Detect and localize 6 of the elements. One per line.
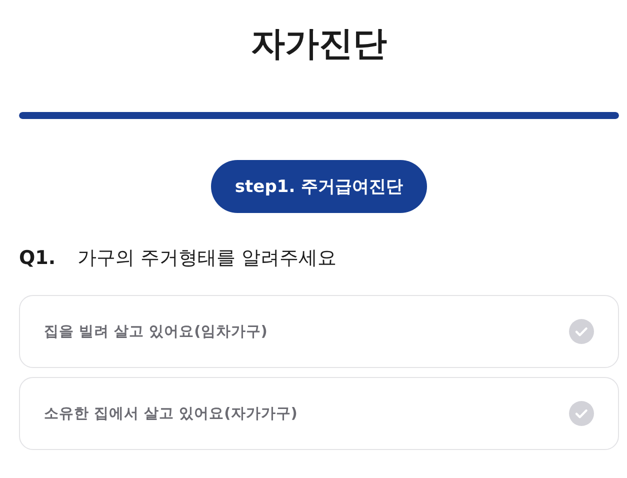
step-badge: step1. 주거급여진단	[210, 160, 428, 213]
answer-option[interactable]: 소유한 집에서 살고 있어요(자가가구)	[19, 377, 619, 450]
answer-option[interactable]: 집을 빌려 살고 있어요(임차가구)	[19, 295, 619, 368]
question-text: 가구의 주거형태를 알려주세요	[78, 246, 337, 271]
question-number: Q1.	[19, 247, 56, 269]
page-title: 자가진단	[250, 23, 388, 66]
